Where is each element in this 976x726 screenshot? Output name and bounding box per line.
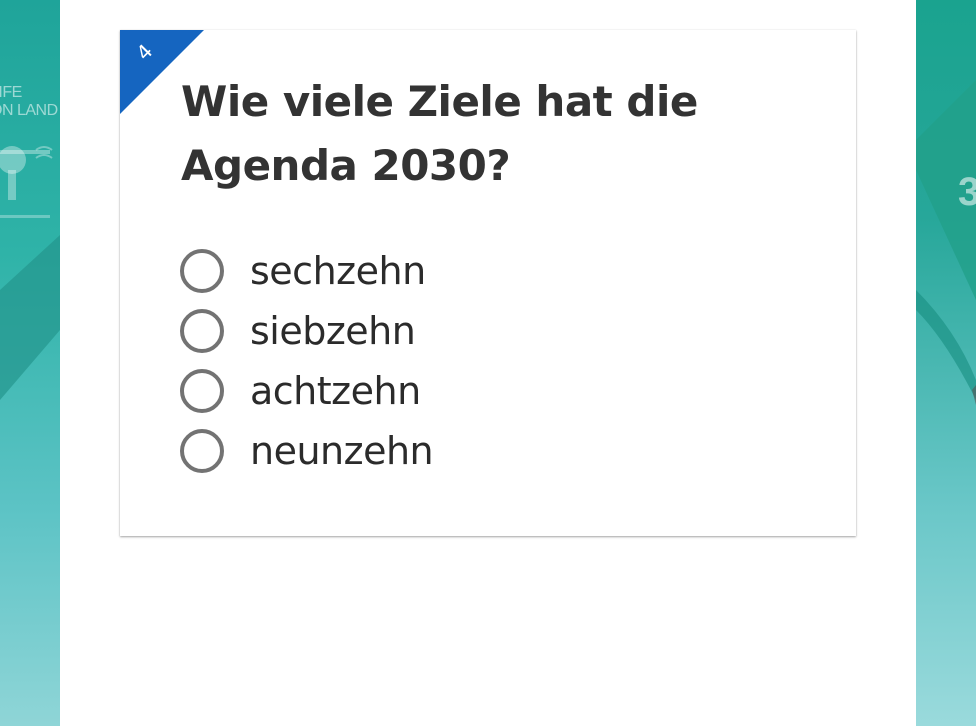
radio-button[interactable] [180,309,224,353]
sdg-wheel-decoration [916,80,976,405]
question-title: Wie viele Ziele hat die Agenda 2030? [181,77,698,190]
answer-option-label: neunzehn [250,429,434,473]
quiz-content-area: 4 Wie viele Ziele hat die Agenda 2030? s… [60,0,916,726]
answer-option-neunzehn[interactable]: neunzehn [180,421,434,481]
background-left-panel: LIFE ON LAND [0,0,60,726]
sdg-number: 3 [958,170,976,214]
radio-button[interactable] [180,429,224,473]
background-right-panel: 3 [916,0,976,726]
answer-option-label: achtzehn [250,369,421,413]
answer-option-label: sechzehn [250,249,426,293]
answer-option-sechzehn[interactable]: sechzehn [180,241,433,301]
radio-button[interactable] [180,249,224,293]
answer-option-achtzehn[interactable]: achtzehn [180,361,433,421]
sdg-label-line-2: ON LAND [0,102,58,119]
question-card: 4 Wie viele Ziele hat die Agenda 2030? s… [120,30,856,536]
radio-button[interactable] [180,369,224,413]
answer-option-label: siebzehn [250,309,416,353]
answer-option-siebzehn[interactable]: siebzehn [180,301,433,361]
sdg-label-line-1: LIFE [0,84,22,101]
answer-options: sechzehn siebzehn achtzehn neunzehn [180,241,434,481]
